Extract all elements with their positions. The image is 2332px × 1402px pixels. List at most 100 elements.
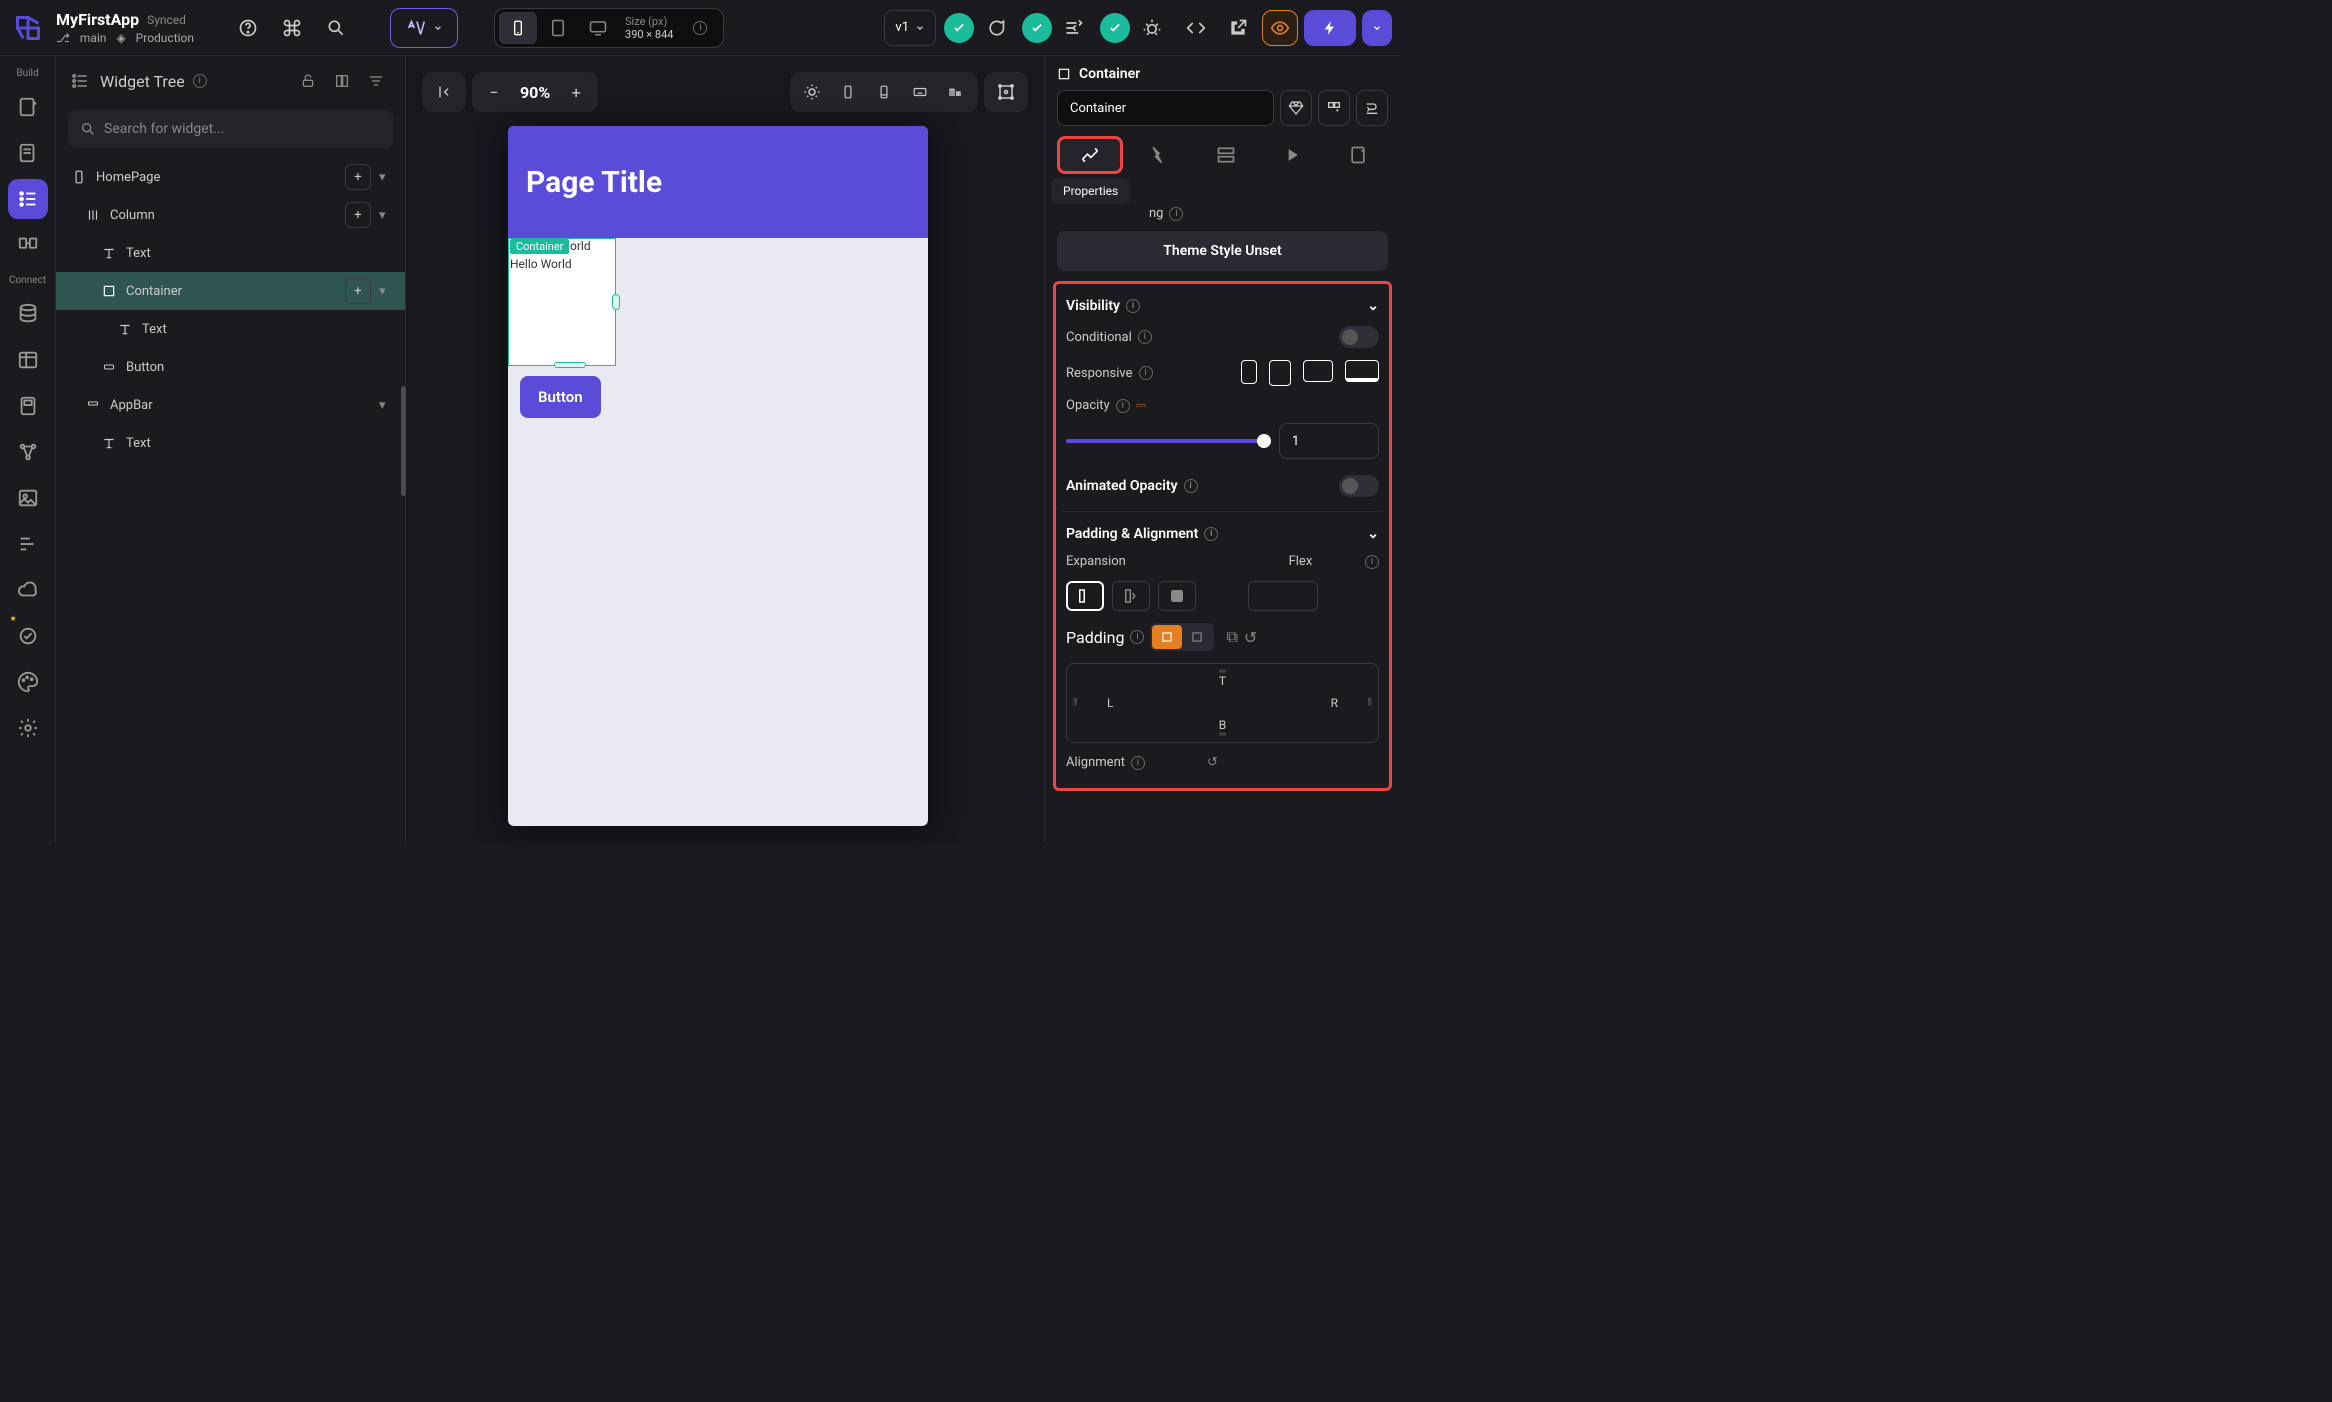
run-dropdown[interactable]: [1362, 10, 1392, 46]
wrap-button[interactable]: [1356, 90, 1388, 126]
responsive-phone[interactable]: [1241, 360, 1257, 384]
add-child-button[interactable]: +: [345, 164, 371, 190]
rail-widget-tree[interactable]: [8, 179, 48, 219]
info-icon[interactable]: i: [1131, 756, 1145, 770]
rail-api[interactable]: [8, 432, 48, 472]
collapse-caret[interactable]: ⌄: [1367, 526, 1379, 542]
rail-database[interactable]: [8, 294, 48, 334]
rail-tests[interactable]: [8, 616, 48, 656]
info-icon[interactable]: i: [1184, 479, 1198, 493]
rail-settings[interactable]: [8, 708, 48, 748]
app-logo[interactable]: [8, 8, 48, 48]
device-tablet-button[interactable]: [539, 12, 577, 44]
animations-tab[interactable]: [1262, 136, 1322, 174]
tree-item-text[interactable]: Text: [56, 234, 405, 272]
opacity-variable-icon[interactable]: ⎓: [1136, 398, 1146, 413]
theme-style-button[interactable]: Theme Style Unset: [1057, 231, 1388, 271]
help-button[interactable]: [230, 10, 266, 46]
copy-padding-button[interactable]: ⧉: [1226, 627, 1237, 647]
filter-tree-button[interactable]: [361, 66, 391, 96]
lock-tree-button[interactable]: [293, 66, 323, 96]
tree-item-text[interactable]: Text: [56, 424, 405, 462]
info-icon[interactable]: i: [1169, 207, 1183, 221]
actions-tab[interactable]: [1129, 136, 1189, 174]
status-check-3[interactable]: [1100, 13, 1130, 43]
preview-button[interactable]: [1262, 10, 1298, 46]
canvas-keyboard-button[interactable]: [904, 76, 936, 108]
expansion-expanded[interactable]: [1158, 581, 1196, 611]
responsive-desktop[interactable]: [1303, 360, 1333, 382]
info-icon[interactable]: i: [1126, 299, 1140, 313]
preview-text-1[interactable]: orld: [570, 239, 591, 253]
reset-alignment-button[interactable]: ↺: [1207, 755, 1218, 770]
canvas-resize-button[interactable]: [990, 76, 1022, 108]
backend-tab[interactable]: [1195, 136, 1255, 174]
component-button[interactable]: [1318, 90, 1350, 126]
rail-storyboard[interactable]: [8, 225, 48, 265]
info-icon[interactable]: i: [1116, 399, 1130, 413]
brightness-button[interactable]: [796, 76, 828, 108]
docs-tab[interactable]: [1328, 136, 1388, 174]
status-check-2[interactable]: [1022, 13, 1052, 43]
search-button[interactable]: [318, 10, 354, 46]
version-selector[interactable]: v1: [884, 10, 936, 46]
tree-item-button[interactable]: Button: [56, 348, 405, 386]
tree-item-homepage[interactable]: HomePage + ▾: [56, 158, 405, 196]
conditional-toggle[interactable]: [1339, 326, 1379, 348]
rail-theme[interactable]: [8, 662, 48, 702]
responsive-tablet[interactable]: [1269, 360, 1291, 386]
collapse-tree-button[interactable]: [327, 66, 357, 96]
run-button[interactable]: [1304, 10, 1356, 46]
flex-input[interactable]: [1248, 581, 1318, 611]
canvas-textsize-button[interactable]: [940, 76, 972, 108]
zoom-value[interactable]: 90%: [514, 83, 556, 102]
status-check-1[interactable]: [944, 13, 974, 43]
padding-editor[interactable]: ═ T B L R ⦀ ⦀ ═: [1066, 663, 1379, 743]
responsive-tv[interactable]: [1345, 360, 1379, 382]
expansion-default[interactable]: [1066, 581, 1104, 611]
canvas-phone-button[interactable]: [832, 76, 864, 108]
open-external-button[interactable]: [1220, 10, 1256, 46]
expand-caret[interactable]: ▾: [379, 398, 397, 413]
gem-button[interactable]: [1280, 90, 1312, 126]
ai-assist-button[interactable]: [390, 8, 458, 48]
info-icon[interactable]: i: [1130, 630, 1144, 644]
preview-button-widget[interactable]: Button: [520, 376, 601, 418]
rail-media[interactable]: [8, 478, 48, 518]
shortcuts-button[interactable]: [274, 10, 310, 46]
info-icon[interactable]: i: [1365, 555, 1379, 569]
rail-add-page[interactable]: [8, 87, 48, 127]
rail-appstate[interactable]: [8, 386, 48, 426]
rail-datatypes[interactable]: [8, 340, 48, 380]
padding-uniform-button[interactable]: [1152, 625, 1182, 649]
canvas-safearea-button[interactable]: [868, 76, 900, 108]
expansion-flexible[interactable]: [1112, 581, 1150, 611]
widget-search-input[interactable]: Search for widget...: [68, 110, 393, 148]
reset-padding-button[interactable]: ↺: [1244, 628, 1257, 647]
tree-item-container[interactable]: Container + ▾: [56, 272, 405, 310]
zoom-out-button[interactable]: −: [478, 76, 510, 108]
widget-name-input[interactable]: Container: [1057, 90, 1274, 126]
resize-handle-bottom[interactable]: [554, 362, 586, 368]
add-child-button[interactable]: +: [345, 202, 371, 228]
info-icon[interactable]: i: [1204, 527, 1218, 541]
device-phone-button[interactable]: [499, 12, 537, 44]
padding-independent-button[interactable]: [1182, 625, 1212, 649]
tree-item-appbar[interactable]: AppBar ▾: [56, 386, 405, 424]
tree-item-column[interactable]: Column + ▾: [56, 196, 405, 234]
preview-text-2[interactable]: Hello World: [510, 257, 572, 271]
opacity-slider[interactable]: [1066, 439, 1269, 443]
add-child-button[interactable]: +: [345, 278, 371, 304]
collapse-panel-button[interactable]: [428, 76, 460, 108]
animated-opacity-toggle[interactable]: [1339, 475, 1379, 497]
info-icon[interactable]: i: [1138, 330, 1152, 344]
rail-functions[interactable]: [8, 524, 48, 564]
resize-handle-right[interactable]: [612, 294, 620, 310]
tune-button[interactable]: [1056, 10, 1092, 46]
slider-thumb[interactable]: [1257, 434, 1271, 448]
rail-pages[interactable]: [8, 133, 48, 173]
collapse-caret[interactable]: ⌄: [1367, 298, 1379, 314]
canvas-area[interactable]: − 90% + Page Title Container orld Hello …: [406, 56, 1044, 842]
rail-cloud[interactable]: [8, 570, 48, 610]
device-info-button[interactable]: i: [681, 12, 719, 44]
